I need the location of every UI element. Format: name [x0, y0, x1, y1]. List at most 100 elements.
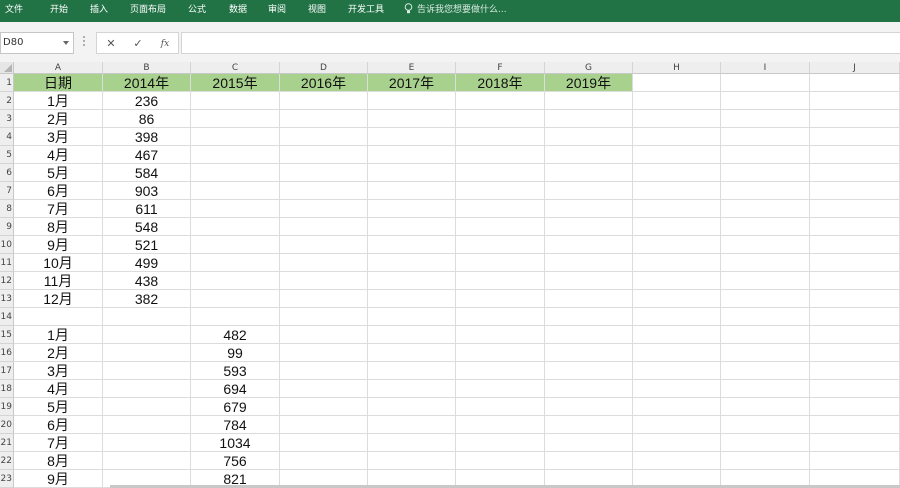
cell-d7[interactable] [280, 182, 368, 200]
cell-c5[interactable] [191, 146, 280, 164]
cell-h8[interactable] [633, 200, 721, 218]
cell-i6[interactable] [721, 164, 810, 182]
cell-j16[interactable] [810, 344, 900, 362]
cell-a4[interactable]: 3月 [14, 128, 103, 146]
row-header-8[interactable]: 8 [0, 200, 14, 218]
row-header-12[interactable]: 12 [0, 272, 14, 290]
cell-e15[interactable] [368, 326, 456, 344]
cell-g3[interactable] [545, 110, 633, 128]
cell-i22[interactable] [721, 452, 810, 470]
cell-j17[interactable] [810, 362, 900, 380]
cell-h13[interactable] [633, 290, 721, 308]
cell-f21[interactable] [456, 434, 545, 452]
cell-e11[interactable] [368, 254, 456, 272]
cell-a17[interactable]: 3月 [14, 362, 103, 380]
cell-e7[interactable] [368, 182, 456, 200]
row-header-13[interactable]: 13 [0, 290, 14, 308]
tab-insert[interactable]: 插入 [90, 0, 108, 22]
cell-f2[interactable] [456, 92, 545, 110]
cell-a11[interactable]: 10月 [14, 254, 103, 272]
cell-a3[interactable]: 2月 [14, 110, 103, 128]
cell-b17[interactable] [103, 362, 191, 380]
cell-g1[interactable]: 2019年 [545, 74, 633, 92]
cell-b4[interactable]: 398 [103, 128, 191, 146]
cell-f22[interactable] [456, 452, 545, 470]
cell-c15[interactable]: 482 [191, 326, 280, 344]
cell-c12[interactable] [191, 272, 280, 290]
row-header-6[interactable]: 6 [0, 164, 14, 182]
cell-h3[interactable] [633, 110, 721, 128]
cell-a1[interactable]: 日期 [14, 74, 103, 92]
cell-g4[interactable] [545, 128, 633, 146]
cell-h21[interactable] [633, 434, 721, 452]
tab-formulas[interactable]: 公式 [188, 0, 206, 22]
cell-j22[interactable] [810, 452, 900, 470]
cell-b6[interactable]: 584 [103, 164, 191, 182]
cell-g20[interactable] [545, 416, 633, 434]
cell-e8[interactable] [368, 200, 456, 218]
cell-d20[interactable] [280, 416, 368, 434]
row-header-17[interactable]: 17 [0, 362, 14, 380]
row-header-4[interactable]: 4 [0, 128, 14, 146]
row-header-19[interactable]: 19 [0, 398, 14, 416]
cell-c7[interactable] [191, 182, 280, 200]
cell-g7[interactable] [545, 182, 633, 200]
cell-a22[interactable]: 8月 [14, 452, 103, 470]
cell-d17[interactable] [280, 362, 368, 380]
cell-j14[interactable] [810, 308, 900, 326]
cell-i8[interactable] [721, 200, 810, 218]
cell-h19[interactable] [633, 398, 721, 416]
cell-d19[interactable] [280, 398, 368, 416]
drag-handle-icon[interactable] [83, 36, 85, 50]
cell-g17[interactable] [545, 362, 633, 380]
cell-h7[interactable] [633, 182, 721, 200]
cell-j15[interactable] [810, 326, 900, 344]
cell-i16[interactable] [721, 344, 810, 362]
cell-e1[interactable]: 2017年 [368, 74, 456, 92]
row-header-11[interactable]: 11 [0, 254, 14, 272]
cell-h9[interactable] [633, 218, 721, 236]
row-header-1[interactable]: 1 [0, 74, 14, 92]
cell-e6[interactable] [368, 164, 456, 182]
row-header-23[interactable]: 23 [0, 470, 14, 488]
row-header-5[interactable]: 5 [0, 146, 14, 164]
cell-h1[interactable] [633, 74, 721, 92]
cell-j4[interactable] [810, 128, 900, 146]
cell-d9[interactable] [280, 218, 368, 236]
cell-i21[interactable] [721, 434, 810, 452]
cell-c16[interactable]: 99 [191, 344, 280, 362]
cell-c13[interactable] [191, 290, 280, 308]
cell-b7[interactable]: 903 [103, 182, 191, 200]
cell-a5[interactable]: 4月 [14, 146, 103, 164]
cell-e4[interactable] [368, 128, 456, 146]
cell-g19[interactable] [545, 398, 633, 416]
cell-i13[interactable] [721, 290, 810, 308]
cell-i7[interactable] [721, 182, 810, 200]
cell-e10[interactable] [368, 236, 456, 254]
name-box[interactable]: D80 [0, 32, 74, 54]
cell-i14[interactable] [721, 308, 810, 326]
cell-i10[interactable] [721, 236, 810, 254]
cell-g21[interactable] [545, 434, 633, 452]
cell-d15[interactable] [280, 326, 368, 344]
cell-e21[interactable] [368, 434, 456, 452]
cell-h20[interactable] [633, 416, 721, 434]
cell-g10[interactable] [545, 236, 633, 254]
cell-b15[interactable] [103, 326, 191, 344]
cell-h2[interactable] [633, 92, 721, 110]
cell-b9[interactable]: 548 [103, 218, 191, 236]
cell-c10[interactable] [191, 236, 280, 254]
cell-j10[interactable] [810, 236, 900, 254]
cell-i1[interactable] [721, 74, 810, 92]
cell-e5[interactable] [368, 146, 456, 164]
cell-f17[interactable] [456, 362, 545, 380]
cell-i9[interactable] [721, 218, 810, 236]
cell-d21[interactable] [280, 434, 368, 452]
cell-a19[interactable]: 5月 [14, 398, 103, 416]
tab-file[interactable]: 文件 [5, 0, 23, 22]
enter-icon[interactable]: ✓ [130, 36, 146, 52]
tab-data[interactable]: 数据 [229, 0, 247, 22]
cell-b12[interactable]: 438 [103, 272, 191, 290]
cell-i17[interactable] [721, 362, 810, 380]
cell-b20[interactable] [103, 416, 191, 434]
